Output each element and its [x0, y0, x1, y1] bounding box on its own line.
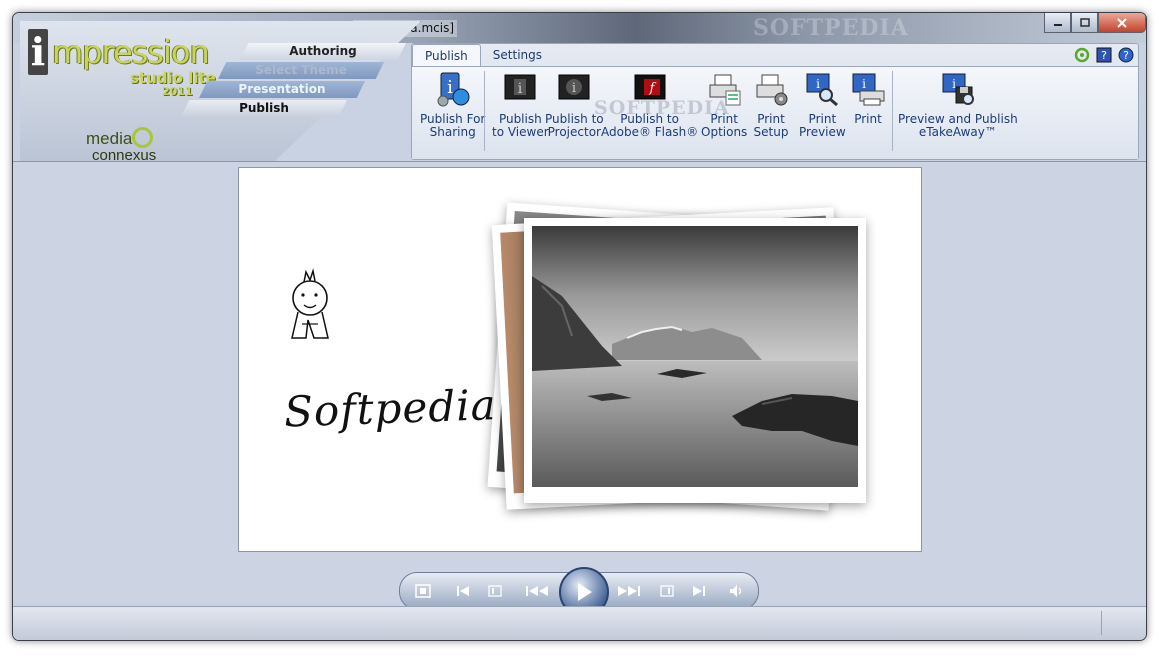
print-setup-button[interactable]: Print Setup [753, 71, 789, 139]
first-slide-button[interactable] [448, 580, 478, 602]
svg-text:i: i [952, 77, 956, 91]
titlebar-watermark: SOFTPEDIA [753, 15, 909, 41]
print-setup-label-2: Setup [753, 125, 789, 139]
previous-frame-button[interactable] [480, 580, 510, 602]
step-select-theme[interactable]: Select Theme [218, 62, 384, 79]
fast-forward-button[interactable] [610, 580, 648, 602]
print-options-label-2: Options [701, 125, 748, 139]
last-slide-button[interactable] [684, 580, 714, 602]
ribbon-separator [484, 71, 485, 151]
publish-projector-icon: i [558, 74, 590, 100]
minimize-icon [1053, 23, 1062, 26]
svg-text:i: i [816, 77, 820, 91]
frame-forward-icon [660, 585, 674, 597]
publish-to-projector-button[interactable]: i Publish to Projector [545, 71, 604, 139]
maximize-icon [1079, 18, 1090, 27]
preview-and-publish-etakeaway-button[interactable]: i Preview and Publish eTakeAway™ [898, 71, 1018, 139]
svg-text:?: ? [1101, 49, 1107, 62]
adobe-flash-icon: f [634, 74, 666, 100]
slide-overview-button[interactable] [408, 580, 438, 602]
play-icon [578, 583, 592, 601]
print-preview-label-2: Preview [799, 125, 846, 139]
etakeaway-label-2: eTakeAway™ [918, 125, 997, 139]
baby-doodle-icon [291, 268, 329, 339]
fast-forward-icon [618, 586, 640, 596]
print-button[interactable]: i Print [850, 71, 886, 126]
svg-text:i: i [447, 77, 453, 98]
publish-to-viewer-label-2: to Viewer [492, 125, 549, 139]
close-icon [1117, 17, 1127, 28]
logo-impression: mpression [52, 33, 210, 71]
logo-media: media [86, 129, 133, 148]
svg-text:i: i [518, 81, 523, 97]
frame-back-icon [488, 585, 502, 597]
print-label-1: Print [854, 112, 882, 126]
step-publish[interactable]: Publish [181, 100, 347, 117]
publish-for-sharing-label-2: Sharing [429, 125, 476, 139]
rewind-icon [526, 586, 548, 596]
media-connexus-ring-icon [132, 127, 153, 148]
publish-for-sharing-button[interactable]: i Publish For Sharing [420, 71, 485, 139]
speaker-icon [730, 585, 742, 597]
help-icon[interactable]: ? [1118, 47, 1134, 63]
coastline-photo-image [532, 226, 858, 487]
publish-to-flash-button[interactable]: f Publish to Adobe® Flash® [601, 71, 698, 139]
printer-setup-icon [756, 74, 788, 106]
publish-to-viewer-button[interactable]: i Publish to Viewer [492, 71, 549, 139]
print-icon: i [852, 73, 885, 106]
svg-text:i: i [572, 81, 576, 96]
ribbon-tools: ? ? [1074, 47, 1134, 63]
playback-controls [399, 567, 759, 617]
tab-publish[interactable]: Publish [412, 44, 481, 67]
status-bar [13, 606, 1146, 640]
workspace: Softpedia Test [13, 161, 1146, 617]
minimize-button[interactable] [1044, 13, 1071, 33]
next-frame-button[interactable] [652, 580, 682, 602]
printer-options-icon [709, 74, 741, 106]
step-authoring[interactable]: Authoring [240, 43, 406, 60]
landscape-photo [524, 218, 866, 503]
logo-year: 2011 [162, 85, 193, 98]
publish-viewer-icon: i [504, 74, 536, 100]
ribbon-publish-group: SOFTPEDIA i Publish For Sharing i Publis… [412, 66, 1138, 159]
screen-icon [415, 584, 431, 598]
refresh-icon[interactable] [1074, 47, 1090, 63]
maximize-button[interactable] [1071, 13, 1098, 33]
print-options-button[interactable]: Print Options [701, 71, 747, 139]
publish-sharing-icon: i [437, 72, 470, 107]
skip-first-icon [457, 586, 469, 596]
step-presentation[interactable]: Presentation [199, 81, 365, 98]
publish-to-flash-label-2: Adobe® Flash® [601, 125, 699, 139]
logo-i-letter: i [28, 29, 48, 75]
publish-to-projector-label-2: Projector [547, 125, 601, 139]
close-button[interactable] [1098, 13, 1146, 33]
etakeaway-icon: i [942, 73, 974, 105]
slide-preview: Softpedia Test [238, 167, 922, 552]
svg-text:i: i [862, 77, 866, 91]
ribbon-separator [892, 71, 893, 151]
about-icon[interactable]: ? [1096, 47, 1112, 63]
app-window: SOFTPEDIA [Softpedia.mcis] [12, 12, 1147, 641]
tab-settings[interactable]: Settings [481, 44, 554, 66]
print-preview-button[interactable]: i Print Preview [799, 71, 846, 139]
ribbon: Publish Settings ? ? SOFTPEDIA i Publish… [411, 43, 1139, 160]
window-controls [1044, 13, 1146, 33]
svg-text:?: ? [1123, 49, 1129, 62]
skip-last-icon [693, 586, 705, 596]
volume-button[interactable] [722, 580, 752, 602]
rewind-button[interactable] [518, 580, 556, 602]
print-preview-icon: i [806, 73, 839, 107]
ribbon-tabs: Publish Settings [412, 44, 554, 67]
resize-grip[interactable] [1101, 611, 1142, 635]
